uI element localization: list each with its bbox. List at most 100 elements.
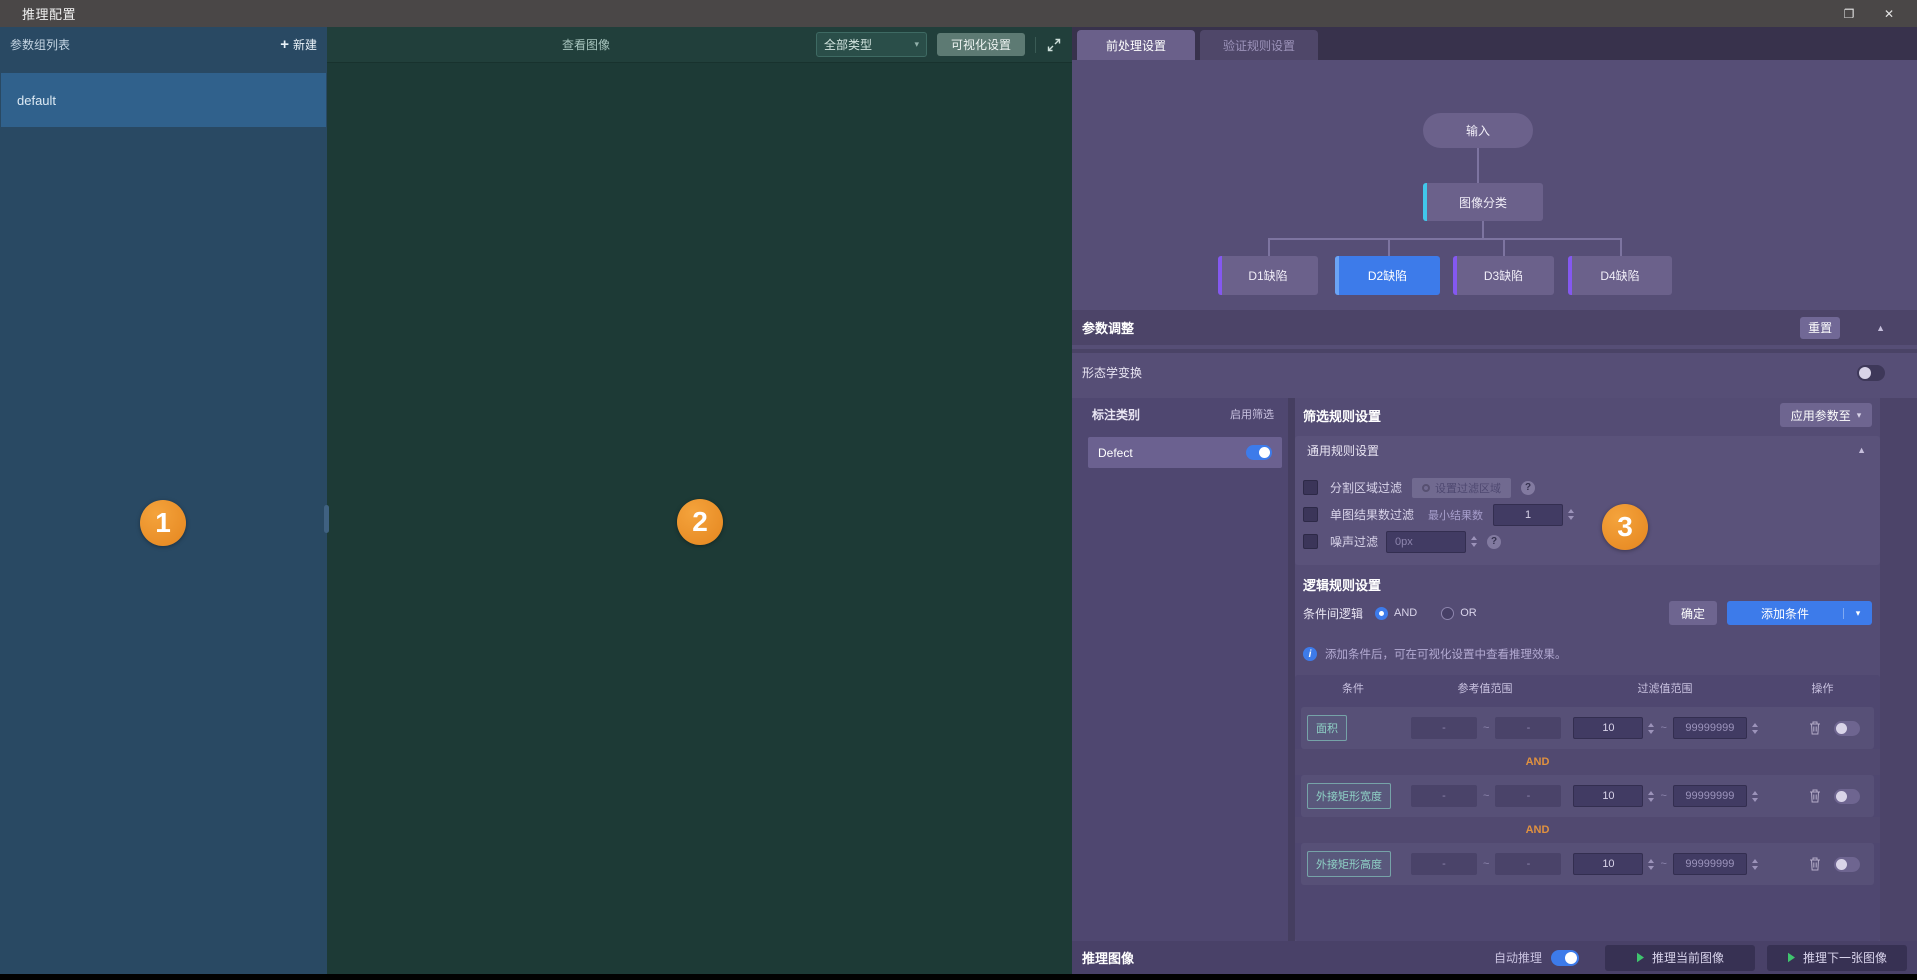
rule-row-noise-filter: 噪声过滤 0px ? [1295,528,1880,555]
ref-max-field[interactable]: - [1495,717,1561,739]
flow-node-input[interactable]: 输入 [1423,113,1533,148]
result-count-label: 单图结果数过滤 [1330,506,1414,523]
spinner-down-icon [1648,866,1654,870]
type-filter-dropdown[interactable]: 全部类型 ▾ [816,32,927,57]
and-radio[interactable] [1375,607,1388,620]
min-result-input[interactable]: 1 [1493,504,1563,526]
and-joiner: AND [1295,817,1880,843]
condition-tag-bbox-height[interactable]: 外接矩形高度 [1307,851,1391,877]
region-filter-checkbox[interactable] [1303,480,1318,495]
condition-row-bbox-width: 外接矩形宽度 - ~ - 10 ~ 99999999 [1301,775,1874,817]
param-adjust-title: 参数调整 [1082,318,1134,337]
tilde-separator: ~ [1660,858,1666,870]
add-condition-button[interactable]: 添加条件 ▾ [1727,601,1872,625]
filter-min-input[interactable]: 10 [1573,785,1643,807]
flow-node-d3[interactable]: D3缺陷 [1453,256,1554,295]
condition-enable-toggle[interactable] [1834,857,1860,872]
spinner-arrows[interactable] [1752,859,1758,870]
new-param-group-button[interactable]: + 新建 [280,36,317,53]
flow-node-d4[interactable]: D4缺陷 [1568,256,1672,295]
param-group-item-default[interactable]: default [1,73,326,127]
ref-min-field[interactable]: - [1411,717,1477,739]
help-icon[interactable]: ? [1521,481,1535,495]
noise-filter-input[interactable]: 0px [1386,531,1466,553]
trash-icon[interactable] [1809,721,1821,735]
tilde-separator: ~ [1483,722,1489,734]
ref-min-field[interactable]: - [1411,785,1477,807]
ref-min-field[interactable]: - [1411,853,1477,875]
ref-max-field[interactable]: - [1495,853,1561,875]
flow-node-d2-selected[interactable]: D2缺陷 [1335,256,1440,295]
spinner-up-icon [1752,791,1758,795]
noise-filter-checkbox[interactable] [1303,534,1318,549]
node-accent-bar [1218,256,1222,295]
general-rules-header: 通用规则设置 ▲ [1295,436,1880,464]
close-icon[interactable]: ✕ [1869,0,1909,27]
result-count-checkbox[interactable] [1303,507,1318,522]
run-next-image-button[interactable]: 推理下一张图像 [1767,945,1907,971]
filter-max-input[interactable]: 99999999 [1673,717,1747,739]
morphology-row: 形态学变换 [1072,349,1917,392]
or-radio[interactable] [1441,607,1454,620]
collapse-up-icon[interactable]: ▲ [1857,445,1866,455]
run-current-label: 推理当前图像 [1652,949,1724,966]
spinner-arrows[interactable] [1568,509,1574,520]
collapse-up-icon[interactable]: ▲ [1876,323,1885,333]
flow-node-classify[interactable]: 图像分类 [1423,183,1543,221]
morphology-toggle[interactable] [1857,365,1885,381]
condition-row-area: 面积 - ~ - 10 ~ 99999999 [1301,707,1874,749]
spinner-down-icon [1648,798,1654,802]
general-rules-section: 通用规则设置 ▲ 分割区域过滤 设置过滤区域 ? [1295,436,1880,565]
spinner-down-icon [1648,730,1654,734]
filter-min-input[interactable]: 10 [1573,853,1643,875]
set-filter-region-button[interactable]: 设置过滤区域 [1412,478,1511,498]
spinner-up-icon [1648,791,1654,795]
expand-icon[interactable] [1046,37,1062,53]
tilde-separator: ~ [1483,790,1489,802]
trash-icon[interactable] [1809,789,1821,803]
region-filter-label: 分割区域过滤 [1330,479,1402,496]
spinner-down-icon [1752,798,1758,802]
filter-max-input[interactable]: 99999999 [1673,785,1747,807]
flow-node-d1[interactable]: D1缺陷 [1218,256,1318,295]
category-defect-toggle[interactable] [1246,445,1272,460]
flow-connector [1620,238,1622,256]
tab-preprocess-settings[interactable]: 前处理设置 [1077,30,1195,60]
spinner-arrows[interactable] [1648,791,1654,802]
info-icon: i [1303,647,1317,661]
inference-image-title: 推理图像 [1082,948,1134,967]
label-category-header: 标注类别 启用筛选 [1072,398,1288,430]
condition-tag-bbox-width[interactable]: 外接矩形宽度 [1307,783,1391,809]
condition-logic-label: 条件间逻辑 [1303,605,1363,622]
category-item-defect[interactable]: Defect [1088,437,1282,468]
trash-icon[interactable] [1809,857,1821,871]
spinner-arrows[interactable] [1648,723,1654,734]
spinner-arrows[interactable] [1752,723,1758,734]
condition-enable-toggle[interactable] [1834,789,1860,804]
spinner-arrows[interactable] [1752,791,1758,802]
reset-button[interactable]: 重置 [1800,317,1840,339]
confirm-button[interactable]: 确定 [1669,601,1717,625]
panel-resize-grip[interactable] [324,505,329,533]
image-view-title: 查看图像 [562,27,610,62]
run-current-image-button[interactable]: 推理当前图像 [1605,945,1755,971]
filter-rules-title: 筛选规则设置 [1303,406,1381,425]
inference-bottom-bar: 推理图像 自动推理 推理当前图像 推理下一张图像 [1072,941,1917,974]
apply-params-dropdown[interactable]: 应用参数至 ▾ [1780,403,1872,427]
title-bar: 推理配置 ❐ ✕ [0,0,1917,27]
help-icon[interactable]: ? [1487,535,1501,549]
restore-icon[interactable]: ❐ [1829,0,1869,27]
visualization-settings-button[interactable]: 可视化设置 [937,33,1025,56]
filter-max-input[interactable]: 99999999 [1673,853,1747,875]
spinner-arrows[interactable] [1471,536,1477,547]
condition-enable-toggle[interactable] [1834,721,1860,736]
plus-icon: + [280,37,289,52]
flow-connector [1503,238,1505,256]
ref-max-field[interactable]: - [1495,785,1561,807]
auto-inference-toggle[interactable] [1551,950,1579,966]
logic-rules-title: 逻辑规则设置 [1295,573,1880,595]
filter-min-input[interactable]: 10 [1573,717,1643,739]
condition-tag-area[interactable]: 面积 [1307,715,1347,741]
tab-validation-rules-settings[interactable]: 验证规则设置 [1200,30,1318,60]
spinner-arrows[interactable] [1648,859,1654,870]
